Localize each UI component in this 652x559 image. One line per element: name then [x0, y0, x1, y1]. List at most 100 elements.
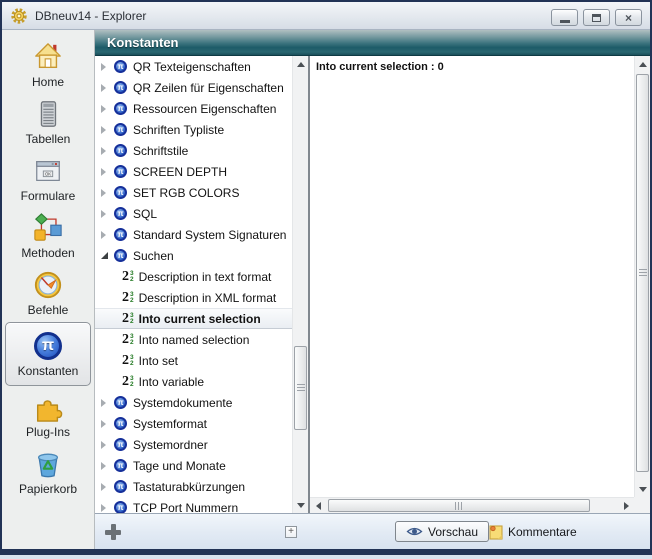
maximize-button[interactable] [583, 9, 610, 26]
tree-item[interactable]: πSCREEN DEPTH [95, 161, 292, 182]
pi-theme-icon: π [114, 207, 127, 220]
tree-item[interactable]: 232Description in text format [95, 266, 292, 287]
tree-item[interactable]: πTage und Monate [95, 455, 292, 476]
detail-hscroll-thumb[interactable] [328, 499, 590, 512]
pi-theme-icon: π [114, 123, 127, 136]
pi-theme-icon: π [114, 186, 127, 199]
arrow-down-icon [639, 487, 647, 492]
tree-item-label: SET RGB COLORS [133, 186, 239, 200]
expand-arrow-icon[interactable] [101, 147, 114, 155]
footer-toolbar: + Vorschau Kommentare [95, 513, 650, 549]
expand-arrow-icon[interactable] [101, 462, 114, 470]
pi-theme-icon: π [114, 417, 127, 430]
tree-item-label: Standard System Signaturen [133, 228, 286, 242]
detail-vertical-scrollbar[interactable] [634, 56, 650, 497]
detail-heading: Into current selection : 0 [316, 61, 444, 73]
sidebar-item-methods[interactable]: Methoden [5, 208, 91, 264]
expand-arrow-icon[interactable] [101, 441, 114, 449]
minimize-button[interactable] [551, 9, 578, 26]
detail-horizontal-scrollbar[interactable] [310, 497, 634, 513]
close-icon: × [625, 12, 632, 24]
tree-item[interactable]: πQR Zeilen für Eigenschaften [95, 77, 292, 98]
sidebar-item-commands[interactable]: Befehle [5, 265, 91, 321]
tree-item[interactable]: πSystemformat [95, 413, 292, 434]
tree-item-label: Schriften Typliste [133, 123, 224, 137]
close-button[interactable]: × [615, 9, 642, 26]
pi-theme-icon: π [114, 480, 127, 493]
title-bar: DBneuv14 - Explorer × [2, 2, 650, 30]
tree-scrollbar[interactable] [292, 56, 308, 513]
detail-vscroll-thumb[interactable] [636, 74, 649, 472]
longint-constant-icon: 232 [122, 290, 134, 305]
comments-button[interactable]: Kommentare [489, 523, 577, 541]
expand-arrow-icon[interactable] [101, 399, 114, 407]
tree-item-label: Schriftstile [133, 144, 188, 158]
expand-arrow-icon[interactable] [101, 504, 114, 512]
tree-item[interactable]: 232Into variable [95, 371, 292, 392]
tree-scrollbar-thumb[interactable] [294, 346, 307, 430]
pi-theme-icon: π [114, 102, 127, 115]
app-gear-icon [11, 8, 27, 24]
tree-item[interactable]: πStandard System Signaturen [95, 224, 292, 245]
tree-item-label: Systemordner [133, 438, 208, 452]
tree-item-label: Into variable [139, 375, 204, 389]
expand-arrow-icon[interactable] [101, 420, 114, 428]
tree-item-label: Tage und Monate [133, 459, 226, 473]
tree-item-label: TCP Port Nummern [133, 501, 238, 514]
sidebar-item-home[interactable]: Home [5, 37, 91, 93]
expand-arrow-icon[interactable] [101, 126, 114, 134]
tree-item[interactable]: 232Into current selection [95, 308, 292, 329]
tree-item[interactable]: π SET RGB COLORS [95, 182, 292, 203]
sidebar-item-tables[interactable]: Tabellen [5, 94, 91, 150]
tree-item[interactable]: πRessourcen Eigenschaften [95, 98, 292, 119]
expand-arrow-icon[interactable] [101, 105, 114, 113]
expand-arrow-icon[interactable] [101, 483, 114, 491]
sidebar-item-label: Befehle [28, 303, 69, 317]
tree-item[interactable]: 232 Description in XML format [95, 287, 292, 308]
expand-arrow-icon[interactable] [101, 210, 114, 218]
detail-panel: Into current selection : 0 [310, 56, 650, 513]
longint-constant-icon: 232 [122, 353, 134, 368]
table-list-icon [33, 99, 63, 129]
expand-arrow-icon[interactable] [101, 168, 114, 176]
tree-item[interactable]: πSystemordner [95, 434, 292, 455]
longint-constant-icon: 232 [122, 311, 134, 326]
tree-item-label: Systemdokumente [133, 396, 232, 410]
detail-scroll-down-button[interactable] [635, 481, 651, 497]
tree-scroll-down-button[interactable] [293, 497, 309, 513]
expand-arrow-icon[interactable] [101, 63, 114, 71]
pi-circle-icon: π [34, 332, 62, 360]
tree-item[interactable]: πSystemdokumente [95, 392, 292, 413]
tree-item[interactable]: π Schriften Typliste [95, 119, 292, 140]
tree-item-label: Description in text format [139, 270, 272, 284]
sidebar-item-constants[interactable]: π Konstanten [5, 322, 91, 386]
arrow-right-icon [624, 502, 629, 510]
tree-item[interactable]: πTCP Port Nummern [95, 497, 292, 513]
expand-arrow-icon[interactable] [101, 189, 114, 197]
home-icon [33, 42, 63, 72]
tree-item[interactable]: πSQL [95, 203, 292, 224]
tree-item[interactable]: πSuchen [95, 245, 292, 266]
tree-item[interactable]: 232Into named selection [95, 329, 292, 350]
detail-scroll-left-button[interactable] [310, 498, 326, 514]
tree-item-label: Description in XML format [139, 291, 277, 305]
sidebar-item-plugins[interactable]: Plug-Ins [5, 387, 91, 443]
tree-item[interactable]: πTastaturabkürzungen [95, 476, 292, 497]
sidebar: Home Tabellen OK Formulare Methoden [2, 30, 95, 549]
preview-button[interactable]: Vorschau [395, 521, 489, 542]
sidebar-item-forms[interactable]: OK Formulare [5, 151, 91, 207]
expand-arrow-icon[interactable] [101, 231, 114, 239]
add-constant-button[interactable] [105, 524, 121, 540]
expand-arrow-icon[interactable] [101, 84, 114, 92]
sidebar-item-trash[interactable]: Papierkorb [5, 444, 91, 500]
tree-item[interactable]: πSchriftstile [95, 140, 292, 161]
detail-scroll-right-button[interactable] [618, 498, 634, 514]
tree-item[interactable]: 232Into set [95, 350, 292, 371]
tree-scroll-up-button[interactable] [293, 56, 309, 72]
detail-scroll-up-button[interactable] [635, 56, 651, 72]
tree-item[interactable]: πQR Texteigenschaften [95, 56, 292, 77]
collapse-arrow-icon[interactable] [101, 252, 114, 259]
splitter-expand-button[interactable]: + [285, 526, 297, 538]
sidebar-item-label: Tabellen [26, 132, 71, 146]
arrow-up-icon [639, 62, 647, 67]
